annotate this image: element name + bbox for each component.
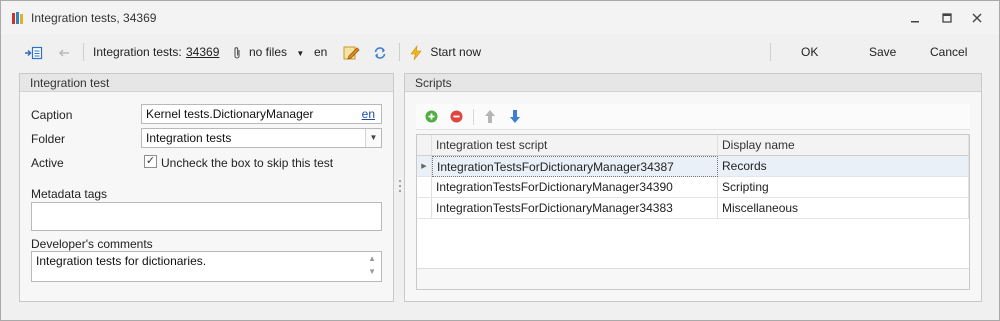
developers-comments-field[interactable]: Integration tests for dictionaries. ▲ ▼: [31, 251, 382, 282]
metadata-tags-label: Metadata tags: [31, 187, 108, 201]
cell-display-name[interactable]: Records: [718, 156, 969, 177]
column-header-script[interactable]: Integration test script: [432, 135, 718, 156]
start-now-button[interactable]: Start now: [409, 35, 481, 69]
chevron-down-icon[interactable]: ▼: [365, 129, 381, 147]
developers-comments-value: Integration tests for dictionaries.: [36, 254, 207, 268]
scripts-toolbar: [416, 104, 970, 130]
cell-script[interactable]: IntegrationTestsForDictionaryManager3438…: [432, 156, 718, 177]
cell-display-name[interactable]: Scripting: [718, 177, 969, 198]
show-navigation-icon[interactable]: [23, 35, 43, 69]
column-header-display-name[interactable]: Display name: [718, 135, 969, 156]
scroll-down-icon[interactable]: ▼: [368, 267, 376, 277]
ok-button[interactable]: OK: [801, 35, 818, 69]
app-icon: [11, 11, 25, 25]
move-up-icon[interactable]: [484, 109, 496, 127]
toolbar-separator: [473, 109, 474, 125]
panel-splitter[interactable]: [398, 179, 402, 193]
remove-icon[interactable]: [450, 110, 463, 126]
caption-field[interactable]: Kernel tests.DictionaryManager en: [141, 104, 382, 124]
back-icon[interactable]: [57, 35, 71, 69]
row-indicator: [417, 198, 432, 219]
panel-header: Scripts: [405, 74, 981, 92]
toolbar-separator: [399, 43, 400, 61]
cell-script[interactable]: IntegrationTestsForDictionaryManager3438…: [432, 198, 718, 219]
cell-script[interactable]: IntegrationTestsForDictionaryManager3439…: [432, 177, 718, 198]
chevron-down-icon: ▼: [296, 49, 305, 58]
cell-display-name[interactable]: Miscellaneous: [718, 198, 969, 219]
developers-comments-label: Developer's comments: [31, 237, 153, 251]
toolbar: Integration tests: 34369 no files ▼ en S…: [1, 35, 999, 69]
attachment-icon[interactable]: [232, 35, 242, 69]
entity-label: Integration tests:: [93, 45, 182, 59]
restore-icon[interactable]: [939, 10, 955, 26]
language-selector[interactable]: en: [314, 35, 327, 69]
scripts-grid: Integration test script Display name ▶ I…: [416, 134, 970, 290]
start-now-label: Start now: [430, 45, 482, 59]
folder-value: Integration tests: [146, 131, 232, 145]
folder-label: Folder: [31, 132, 66, 146]
window: Integration tests, 34369 Integration tes…: [0, 0, 1000, 321]
files-label: no files: [249, 45, 288, 59]
close-icon[interactable]: [969, 10, 985, 26]
cancel-button[interactable]: Cancel: [930, 35, 967, 69]
toolbar-separator: [83, 43, 84, 61]
row-indicator-header: [417, 135, 432, 156]
scroll-up-icon[interactable]: ▲: [368, 254, 376, 264]
caption-value: Kernel tests.DictionaryManager: [146, 107, 314, 121]
move-down-icon[interactable]: [509, 109, 521, 127]
metadata-tags-field[interactable]: [31, 202, 382, 231]
files-dropdown[interactable]: no files ▼: [249, 35, 304, 69]
lightning-icon: [409, 44, 426, 61]
entity-number-link[interactable]: 34369: [186, 35, 219, 69]
row-indicator: [417, 177, 432, 198]
caption-language-link[interactable]: en: [362, 105, 375, 123]
title-bar: Integration tests, 34369: [1, 1, 999, 35]
caption-label: Caption: [31, 108, 73, 122]
add-icon[interactable]: [425, 110, 438, 126]
active-checkbox-text: Uncheck the box to skip this test: [161, 156, 334, 170]
edit-note-icon[interactable]: [342, 35, 360, 69]
toolbar-separator: [770, 43, 771, 61]
folder-select[interactable]: Integration tests ▼: [141, 128, 382, 148]
active-checkbox[interactable]: ✓: [144, 155, 157, 168]
panel-header: Integration test: [20, 74, 393, 92]
active-label: Active: [31, 156, 64, 170]
grid-footer: [417, 268, 969, 289]
row-indicator-icon: ▶: [417, 156, 432, 177]
refresh-icon[interactable]: [373, 35, 387, 69]
minimize-icon[interactable]: [907, 10, 923, 26]
window-title: Integration tests, 34369: [31, 11, 157, 25]
save-button[interactable]: Save: [869, 35, 896, 69]
